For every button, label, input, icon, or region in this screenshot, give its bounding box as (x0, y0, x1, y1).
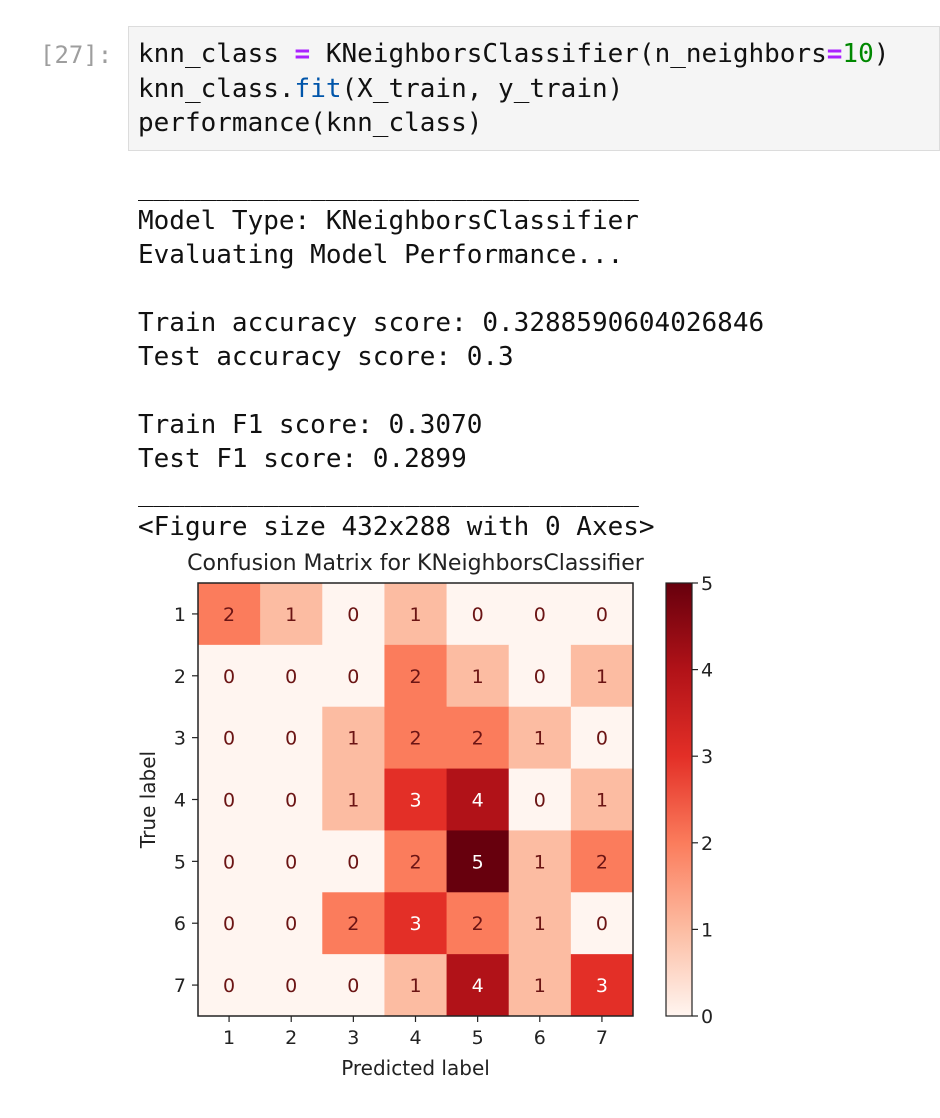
cell-value-label: 0 (347, 975, 359, 997)
cell-output: ________________________________ Model T… (138, 170, 918, 544)
cell-value-label: 0 (347, 604, 359, 626)
cell-value-label: 0 (223, 975, 235, 997)
cell-value-label: 1 (347, 790, 359, 812)
cell-value-label: 1 (409, 604, 421, 626)
cell-value-label: 0 (223, 851, 235, 873)
cell-prompt: [27]: (40, 41, 113, 69)
cell-value-label: 0 (472, 604, 484, 626)
cell-value-label: 5 (472, 851, 484, 873)
cell-value-label: 0 (223, 728, 235, 750)
code-editor[interactable]: knn_class = KNeighborsClassifier(n_neigh… (138, 37, 889, 141)
cell-value-label: 2 (409, 666, 421, 688)
cell-value-label: 3 (409, 790, 421, 812)
cell-value-label: 1 (409, 975, 421, 997)
y-tick-label: 3 (174, 728, 186, 750)
cell-value-label: 1 (472, 666, 484, 688)
x-tick-label: 3 (347, 1027, 359, 1049)
y-tick-label: 4 (174, 790, 186, 812)
train-accuracy-text: Train accuracy score: 0.3288590604026846 (138, 308, 765, 338)
cell-value-label: 2 (409, 851, 421, 873)
x-tick-label: 1 (223, 1027, 235, 1049)
cell-value-label: 1 (596, 666, 608, 688)
x-tick-label: 5 (472, 1027, 484, 1049)
x-tick-label: 4 (409, 1027, 421, 1049)
confusion-matrix-figure: 2 1 0 1 0 0 0 0 0 0 2 1 0 1 0 0 1 2 2 1 0 0 0 1 3 4 0 1 0 0 0 2 5 1 2 0 0 2 3 2… (136, 551, 713, 1080)
y-tick-label: 7 (174, 975, 186, 997)
cell-value-label: 3 (596, 975, 608, 997)
code-line-1: knn_class = KNeighborsClassifier(n_neigh… (138, 39, 890, 69)
cell-value-label: 0 (285, 790, 297, 812)
train-f1-text: Train F1 score: 0.3070 (138, 410, 483, 440)
model-type-text: Model Type: KNeighborsClassifier (138, 206, 639, 236)
cell-value-label: 0 (534, 666, 546, 688)
colorbar: 0 1 2 3 4 5 (665, 573, 713, 1028)
separator-rule-bottom: ________________________________ (138, 478, 639, 508)
figure-repr-text: <Figure size 432x288 with 0 Axes> (138, 512, 655, 542)
x-tick-label: 6 (534, 1027, 546, 1049)
cell-value-label: 0 (285, 913, 297, 935)
cell-value-label: 0 (223, 913, 235, 935)
cell-value-label: 0 (347, 666, 359, 688)
cell-value-label: 1 (285, 604, 297, 626)
y-tick-label: 5 (174, 851, 186, 873)
cell-value-label: 2 (472, 728, 484, 750)
cell-value-label: 2 (472, 913, 484, 935)
code-line-2: knn_class.fit(X_train, y_train) (138, 73, 624, 104)
colorbar-tick-label: 3 (701, 746, 713, 768)
cell-value-label: 0 (596, 913, 608, 935)
cell-value-label: 0 (596, 604, 608, 626)
cell-value-label: 1 (534, 913, 546, 935)
test-f1-text: Test F1 score: 0.2899 (138, 444, 467, 474)
x-tick-label: 2 (285, 1027, 297, 1049)
cell-value-label: 0 (347, 851, 359, 873)
cell-value-label: 2 (596, 851, 608, 873)
cell-value-label: 3 (409, 913, 421, 935)
colorbar-tick-label: 1 (701, 919, 713, 941)
colorbar-tick-label: 0 (701, 1006, 713, 1028)
chart-title: Confusion Matrix for KNeighborsClassifie… (187, 551, 645, 576)
y-axis-label: True label (136, 751, 160, 849)
cell-value-label: 0 (223, 790, 235, 812)
cell-value-label: 2 (347, 913, 359, 935)
separator-rule-top: ________________________________ (138, 172, 639, 202)
cell-value-label: 0 (285, 975, 297, 997)
cell-value-label: 0 (534, 604, 546, 626)
cell-value-label: 0 (285, 851, 297, 873)
cell-value-label: 2 (409, 728, 421, 750)
cell-value-label: 0 (285, 666, 297, 688)
cell-value-label: 4 (472, 790, 484, 812)
cell-value-label: 0 (223, 666, 235, 688)
colorbar-tick-label: 2 (701, 833, 713, 855)
y-tick-label: 6 (174, 913, 186, 935)
cell-value-label: 2 (223, 604, 235, 626)
y-tick-label: 2 (174, 666, 186, 688)
cell-value-label: 1 (534, 728, 546, 750)
colorbar-tick-label: 4 (701, 660, 713, 682)
cell-value-label: 0 (534, 790, 546, 812)
test-accuracy-text: Test accuracy score: 0.3 (138, 342, 514, 372)
cell-value-label: 0 (285, 728, 297, 750)
cell-value-label: 1 (534, 851, 546, 873)
cell-value-label: 4 (472, 975, 484, 997)
colorbar-tick-label: 5 (701, 573, 713, 595)
y-tick-label: 1 (174, 604, 186, 626)
cell-value-label: 1 (534, 975, 546, 997)
x-tick-label: 7 (596, 1027, 608, 1049)
colorbar-scale (665, 582, 693, 1017)
cell-value-label: 0 (596, 728, 608, 750)
cell-value-label: 1 (596, 790, 608, 812)
cell-value-label: 1 (347, 728, 359, 750)
code-line-3: performance(knn_class) (138, 108, 483, 138)
x-axis-label: Predicted label (341, 1056, 490, 1080)
code-cell-input[interactable]: knn_class = KNeighborsClassifier(n_neigh… (128, 26, 940, 151)
evaluating-text: Evaluating Model Performance... (138, 240, 624, 270)
